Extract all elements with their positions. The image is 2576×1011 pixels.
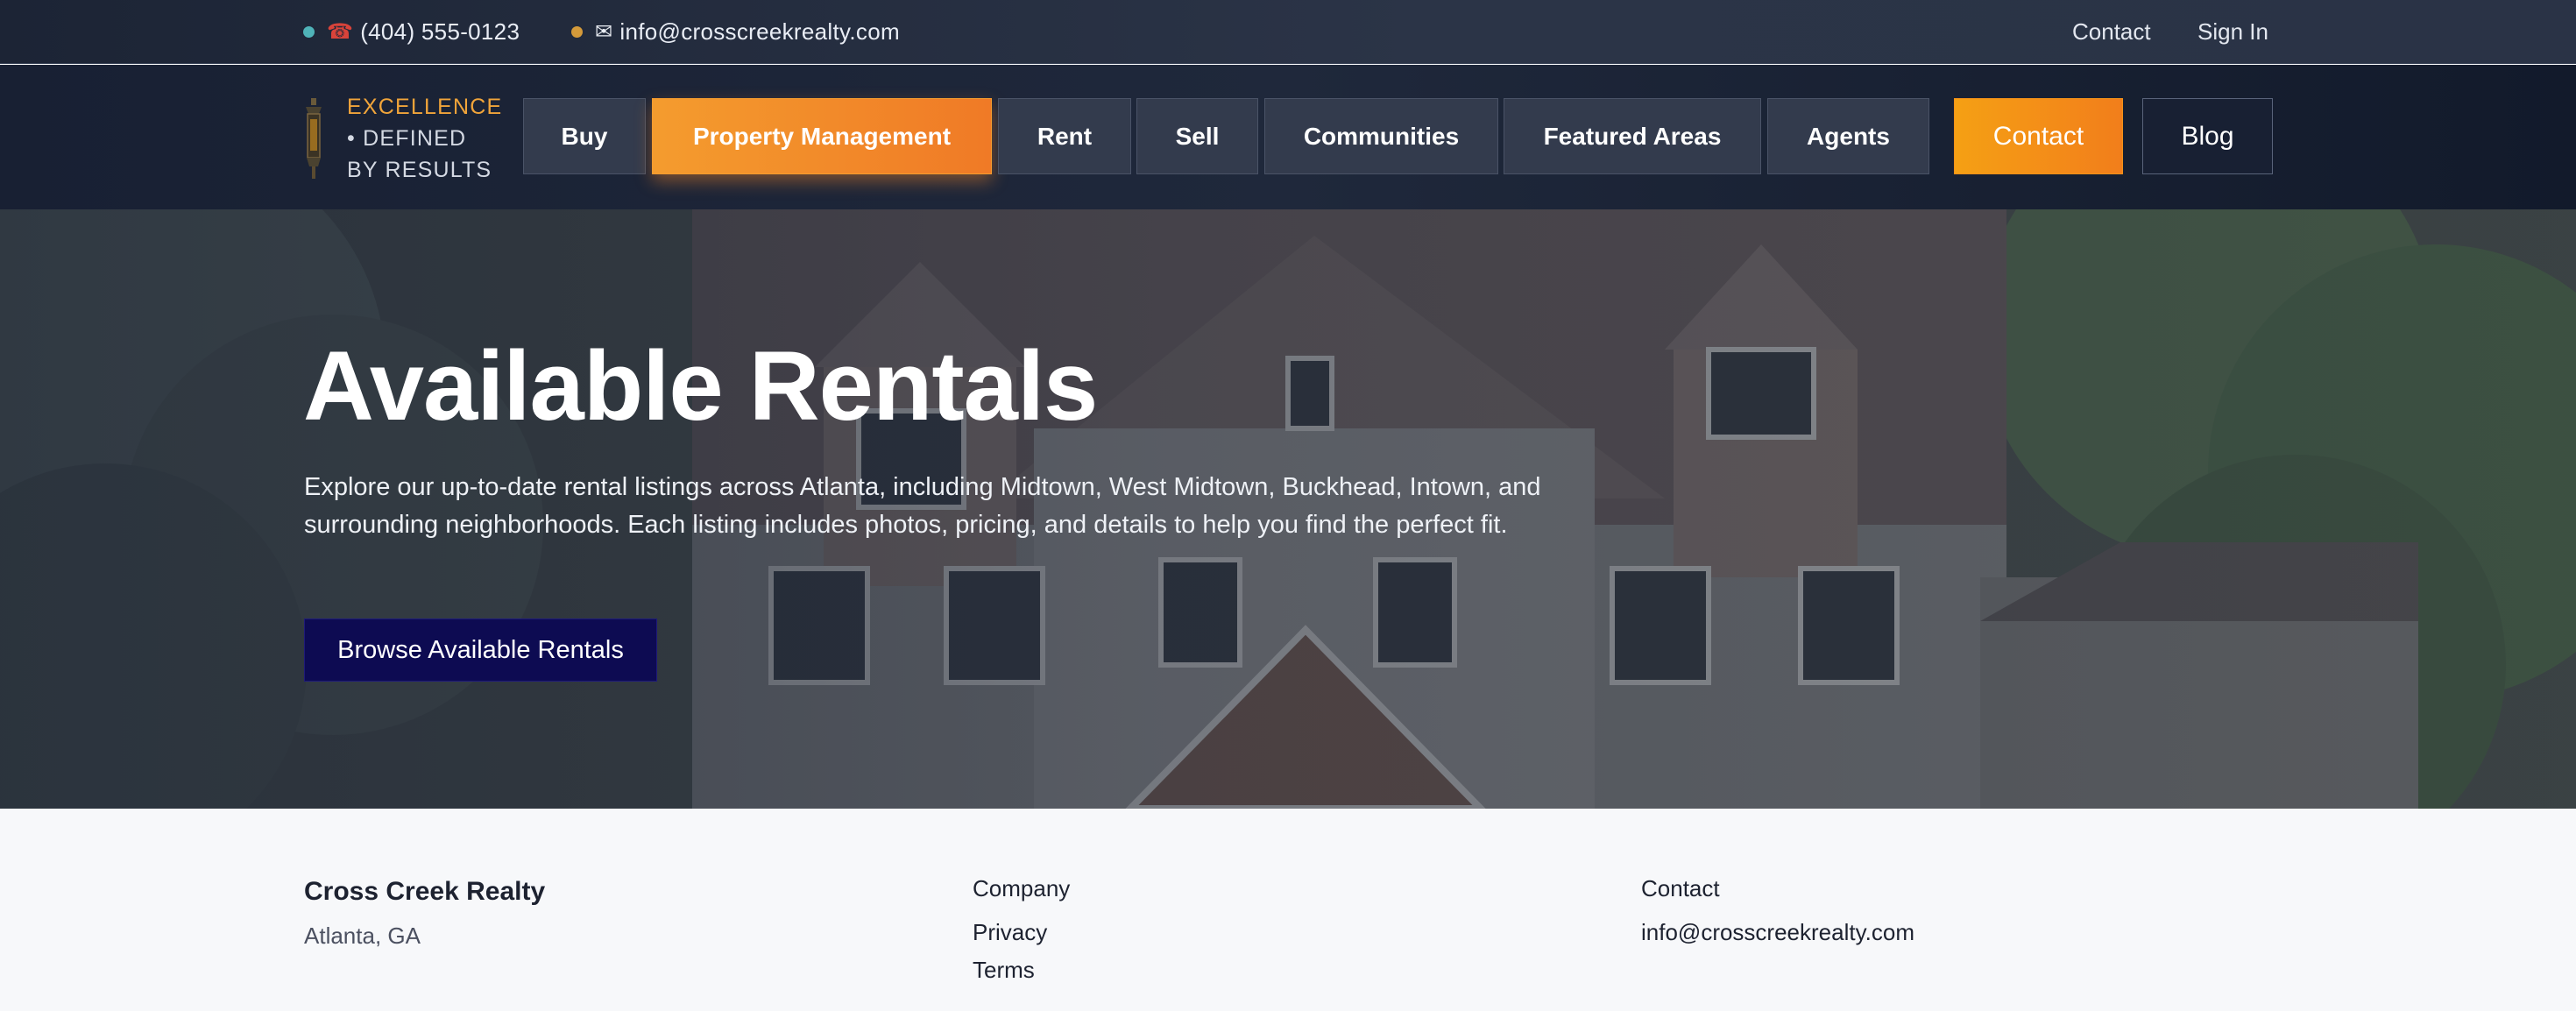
status-dot: [571, 26, 583, 38]
site-footer: Cross Creek Realty Atlanta, GA Company P…: [0, 809, 2576, 1011]
phone-contact[interactable]: ☎ (404) 555-0123: [303, 0, 520, 64]
nav-rent[interactable]: Rent: [998, 98, 1131, 174]
lantern-icon: [306, 98, 322, 179]
nav-contact-button[interactable]: Contact: [1954, 98, 2123, 174]
tagline-line-2: • DEFINED: [347, 126, 467, 151]
brand-tagline: EXCELLENCE • DEFINED BY RESULTS: [347, 91, 502, 186]
footer-location: Atlanta, GA: [304, 923, 421, 949]
nav-property-management[interactable]: Property Management: [652, 98, 992, 174]
footer-email-link[interactable]: info@crosscreekrealty.com: [1641, 919, 1914, 946]
top-contact-link[interactable]: Contact: [2072, 0, 2151, 64]
phone-number: (404) 555-0123: [360, 18, 520, 45]
hero-title: Available Rentals: [303, 331, 1098, 441]
telephone-icon: ☎: [327, 20, 354, 44]
email-address: info@crosscreekrealty.com: [619, 18, 900, 45]
footer-company-name: Cross Creek Realty: [304, 877, 546, 906]
footer-company-heading: Company: [973, 875, 1071, 901]
hero-description: Explore our up-to-date rental listings a…: [304, 473, 1541, 539]
nav-buy[interactable]: Buy: [523, 98, 646, 174]
nav-agents[interactable]: Agents: [1767, 98, 1929, 174]
nav-communities[interactable]: Communities: [1264, 98, 1498, 174]
footer-terms-link[interactable]: Terms: [973, 957, 1035, 984]
sign-in-link[interactable]: Sign In: [2197, 0, 2268, 64]
nav-blog-button[interactable]: Blog: [2142, 98, 2273, 174]
nav-sell[interactable]: Sell: [1136, 98, 1258, 174]
browse-rentals-button[interactable]: Browse Available Rentals: [304, 619, 657, 682]
email-contact[interactable]: ✉ info@crosscreekrealty.com: [571, 0, 900, 64]
top-contact-bar: ☎ (404) 555-0123 ✉ info@crosscreekrealty…: [0, 0, 2576, 64]
nav-featured-areas[interactable]: Featured Areas: [1504, 98, 1761, 174]
brand-logo[interactable]: EXCELLENCE • DEFINED BY RESULTS: [303, 91, 505, 183]
hero-section: Available Rentals Explore our up-to-date…: [0, 209, 2576, 809]
footer-privacy-link[interactable]: Privacy: [973, 919, 1047, 946]
tagline-line-1: EXCELLENCE: [347, 95, 503, 119]
envelope-icon: ✉: [595, 20, 613, 44]
tagline-line-3: BY RESULTS: [347, 158, 492, 182]
status-dot: [303, 26, 315, 38]
footer-contact-heading: Contact: [1641, 875, 1720, 901]
